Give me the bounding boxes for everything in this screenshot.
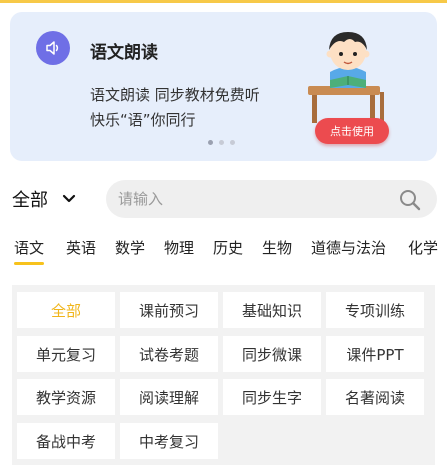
banner-tagline: 快乐“语”你同行 — [90, 111, 196, 129]
tab-chemistry[interactable]: 化学 — [408, 237, 438, 258]
tab-history[interactable]: 历史 — [213, 237, 243, 258]
category-chip[interactable]: 全部 — [17, 292, 115, 328]
category-chip[interactable]: 基础知识 — [223, 292, 321, 328]
category-chip[interactable]: 同步生字 — [223, 379, 321, 415]
tab-chinese[interactable]: 语文 — [14, 237, 45, 265]
search-input[interactable] — [118, 180, 388, 218]
category-chip[interactable]: 专项训练 — [326, 292, 424, 328]
banner-subtitle: 语文朗读 同步教材免费听 — [90, 86, 260, 104]
subject-tabs: 语文 英语 数学 物理 历史 生物 道德与法治 化学 — [0, 233, 447, 269]
speaker-icon — [36, 31, 70, 65]
carousel-dot[interactable] — [208, 140, 213, 145]
filter-row: 全部 — [0, 177, 447, 221]
category-chip[interactable]: 课件PPT — [326, 336, 424, 372]
promo-banner[interactable]: 语文朗读 语文朗读 同步教材免费听 快乐“语”你同行 点击使用 — [10, 12, 437, 161]
category-panel: 全部 课前预习 基础知识 专项训练 单元复习 试卷考题 同步微课 课件PPT 教… — [12, 285, 435, 465]
carousel-dot[interactable] — [230, 140, 235, 145]
category-chip[interactable]: 试卷考题 — [120, 336, 218, 372]
chevron-down-icon — [62, 194, 76, 203]
tab-physics[interactable]: 物理 — [164, 237, 194, 258]
search-icon[interactable] — [398, 188, 422, 212]
category-chip[interactable]: 教学资源 — [17, 379, 115, 415]
search-box — [106, 180, 437, 218]
carousel-dot[interactable] — [219, 140, 224, 145]
category-chip[interactable]: 同步微课 — [223, 336, 321, 372]
scope-dropdown[interactable]: 全部 — [12, 180, 76, 218]
banner-use-button[interactable]: 点击使用 — [315, 118, 389, 144]
category-chip[interactable]: 中考复习 — [120, 423, 218, 459]
tab-english[interactable]: 英语 — [66, 237, 96, 258]
tab-biology[interactable]: 生物 — [262, 237, 292, 258]
category-chip[interactable]: 课前预习 — [120, 292, 218, 328]
tab-math[interactable]: 数学 — [115, 237, 145, 258]
category-chip[interactable]: 阅读理解 — [120, 379, 218, 415]
top-accent-stripe — [0, 0, 447, 3]
banner-title: 语文朗读 — [90, 43, 158, 63]
scope-dropdown-label: 全部 — [12, 190, 48, 211]
carousel-indicator[interactable] — [208, 140, 235, 145]
category-chip[interactable]: 名著阅读 — [326, 379, 424, 415]
category-chip[interactable]: 备战中考 — [17, 423, 115, 459]
reading-boy-illustration — [308, 32, 384, 123]
tab-morality-law[interactable]: 道德与法治 — [311, 237, 386, 258]
category-chip[interactable]: 单元复习 — [17, 336, 115, 372]
